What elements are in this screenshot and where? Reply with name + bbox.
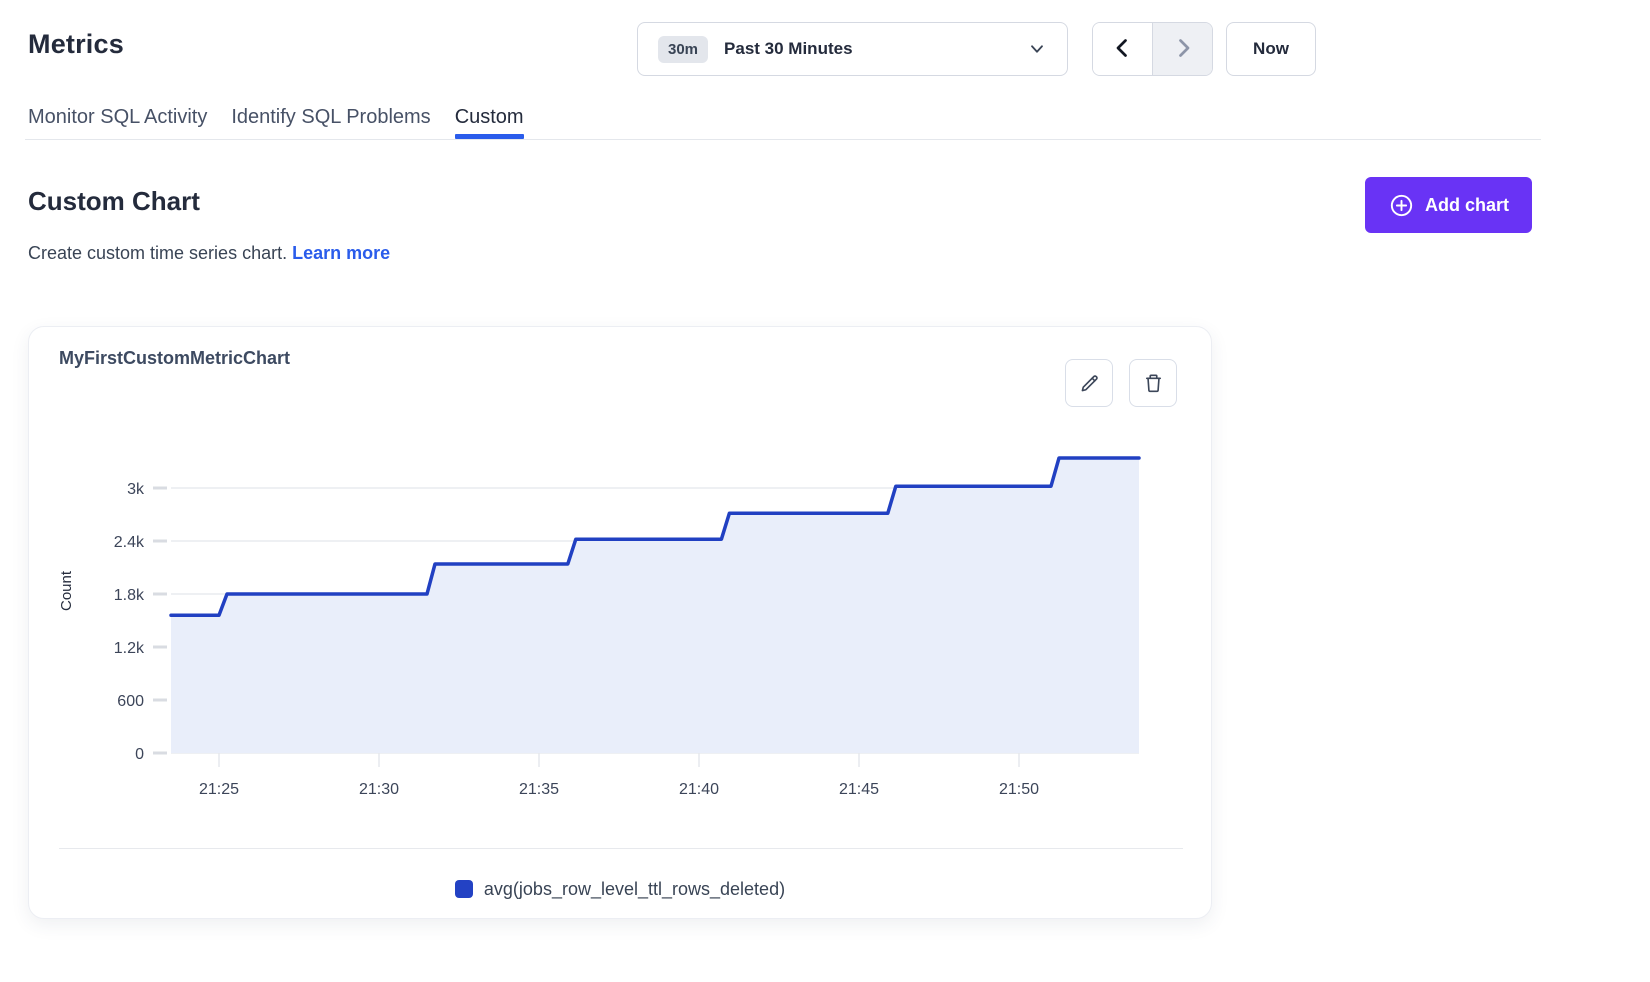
learn-more-link[interactable]: Learn more (292, 243, 390, 263)
svg-text:21:45: 21:45 (839, 781, 879, 798)
add-chart-label: Add chart (1425, 195, 1509, 216)
tab-identify-sql-problems[interactable]: Identify SQL Problems (231, 104, 430, 139)
add-chart-button[interactable]: Add chart (1365, 177, 1532, 233)
svg-text:21:25: 21:25 (199, 781, 239, 798)
svg-text:21:40: 21:40 (679, 781, 719, 798)
time-range-badge: 30m (658, 36, 708, 63)
time-series-chart[interactable]: 0 600 1.2k 1.8k 2.4k 3k 21:25 21:30 21:35 21:40 21… (41, 421, 1191, 811)
description-text: Create custom time series chart. (28, 243, 287, 263)
chevron-left-icon (1111, 36, 1135, 63)
time-range-dropdown[interactable]: 30m Past 30 Minutes (637, 22, 1068, 76)
svg-text:2.4k: 2.4k (114, 534, 145, 551)
trash-icon (1142, 372, 1165, 395)
chart-legend: avg(jobs_row_level_ttl_rows_deleted) (29, 867, 1211, 911)
svg-text:21:50: 21:50 (999, 781, 1039, 798)
section-description: Create custom time series chart.Learn mo… (28, 243, 390, 264)
chevron-right-icon (1171, 36, 1195, 63)
edit-chart-button[interactable] (1065, 359, 1113, 407)
svg-text:600: 600 (117, 693, 144, 710)
tab-monitor-sql-activity[interactable]: Monitor SQL Activity (28, 104, 207, 139)
tab-custom[interactable]: Custom (455, 104, 524, 139)
legend-swatch (455, 880, 473, 898)
now-button[interactable]: Now (1226, 22, 1316, 76)
delete-chart-button[interactable] (1129, 359, 1177, 407)
metrics-tabs: Monitor SQL Activity Identify SQL Proble… (28, 104, 524, 139)
pencil-icon (1078, 372, 1101, 395)
chart-title: MyFirstCustomMetricChart (59, 348, 290, 369)
custom-chart-card: MyFirstCustomMetricChart 0 600 1.2k 1.8k 2.4… (28, 326, 1212, 919)
svg-text:21:35: 21:35 (519, 781, 559, 798)
next-interval-button[interactable] (1152, 23, 1212, 75)
section-heading: Custom Chart (28, 186, 200, 217)
svg-text:1.2k: 1.2k (114, 640, 145, 657)
prev-interval-button[interactable] (1093, 23, 1152, 75)
svg-text:0: 0 (135, 746, 144, 763)
svg-text:21:30: 21:30 (359, 781, 399, 798)
tabs-divider (25, 139, 1541, 140)
svg-text:3k: 3k (127, 481, 145, 498)
legend-label: avg(jobs_row_level_ttl_rows_deleted) (484, 879, 785, 900)
plus-circle-icon (1388, 192, 1415, 219)
chevron-down-icon (1027, 39, 1047, 59)
time-pager (1092, 22, 1213, 76)
page-title: Metrics (28, 29, 124, 60)
svg-text:1.8k: 1.8k (114, 587, 145, 604)
metrics-page: Metrics 30m Past 30 Minutes Now Monitor … (0, 0, 1650, 982)
card-divider (59, 848, 1183, 849)
time-range-label: Past 30 Minutes (724, 39, 1027, 59)
svg-text:Count: Count (58, 570, 75, 611)
